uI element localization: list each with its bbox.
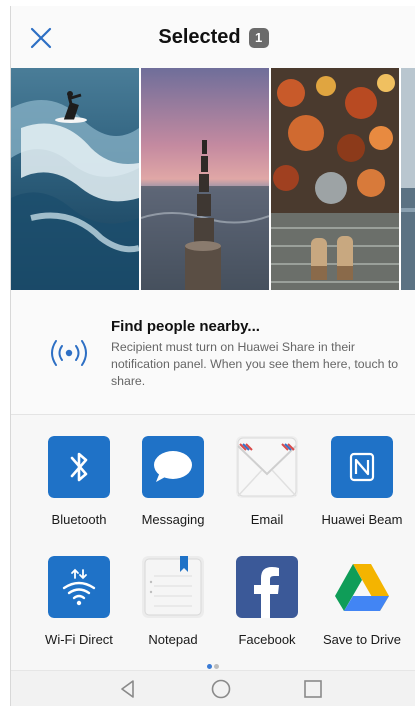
- share-app-save-to-drive[interactable]: Save to Drive: [314, 556, 410, 647]
- back-triangle-icon: [121, 680, 134, 698]
- share-app-notepad[interactable]: Notepad: [125, 556, 221, 647]
- share-app-label: Huawei Beam: [321, 512, 403, 527]
- google-drive-icon: [331, 556, 393, 618]
- wireless-signal-icon: [51, 340, 87, 366]
- facebook-icon: [236, 556, 298, 618]
- recents-button[interactable]: [301, 677, 325, 701]
- share-app-bluetooth[interactable]: Bluetooth: [31, 436, 127, 527]
- selected-photo-strip[interactable]: [11, 68, 415, 290]
- share-app-label: Notepad: [148, 632, 198, 647]
- page-title: Selected: [158, 26, 241, 48]
- email-icon: [236, 436, 298, 498]
- recents-square-icon: [304, 680, 322, 698]
- page-indicator: [11, 662, 415, 669]
- share-app-label: Facebook: [238, 632, 296, 647]
- bluetooth-icon: [48, 436, 110, 498]
- messaging-icon: [142, 436, 204, 498]
- share-app-label: Wi-Fi Direct: [45, 632, 113, 647]
- autumn-leaves-feet-photo[interactable]: [271, 68, 399, 290]
- sunset-pier-photo[interactable]: [141, 68, 269, 290]
- share-app-messaging[interactable]: Messaging: [125, 436, 221, 527]
- share-app-wifi-direct[interactable]: Wi-Fi Direct: [31, 556, 127, 647]
- share-app-email[interactable]: Email: [219, 436, 315, 527]
- back-button[interactable]: [116, 677, 140, 701]
- wifi-direct-icon: [48, 556, 110, 618]
- page-dot: [214, 664, 219, 669]
- surfer-wave-photo[interactable]: [11, 68, 139, 290]
- home-circle-icon: [211, 679, 231, 699]
- system-navigation-bar: [11, 670, 415, 706]
- notepad-icon: [142, 556, 204, 618]
- share-app-label: Email: [250, 512, 284, 527]
- sea-partial-photo[interactable]: [401, 68, 415, 290]
- page-dot-active: [207, 664, 212, 669]
- share-app-label: Save to Drive: [322, 632, 402, 647]
- header: Selected 1: [11, 6, 415, 68]
- nearby-title: Find people nearby...: [111, 318, 260, 335]
- share-app-facebook[interactable]: Facebook: [219, 556, 315, 647]
- title-wrap: Selected 1: [11, 26, 415, 49]
- nearby-description: Recipient must turn on Huawei Share in t…: [111, 340, 399, 388]
- home-button[interactable]: [209, 677, 233, 701]
- nfc-icon: [331, 436, 393, 498]
- selected-count-badge: 1: [248, 27, 269, 48]
- share-app-label: Bluetooth: [51, 512, 107, 527]
- share-app-huawei-beam[interactable]: Huawei Beam: [314, 436, 410, 527]
- share-app-label: Messaging: [141, 512, 205, 527]
- share-screen: Selected 1 Find people nearby... Recipie…: [10, 6, 415, 706]
